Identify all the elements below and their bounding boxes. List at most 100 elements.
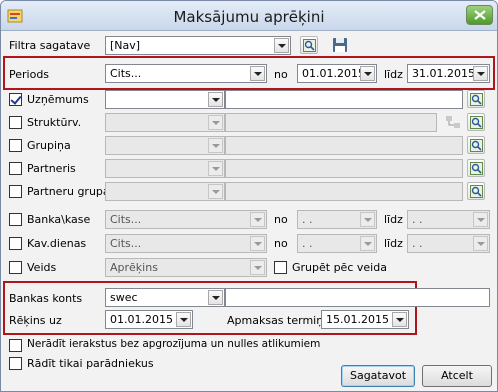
- banka-kase-combo[interactable]: Cits...: [105, 210, 267, 229]
- veids-combo[interactable]: Aprēķins: [105, 258, 267, 277]
- chevron-down-icon[interactable]: [176, 312, 191, 327]
- veids-label: Veids: [27, 261, 57, 274]
- calculate-button[interactable]: Sagatavot: [341, 365, 415, 387]
- banka-kase-value: Cits...: [110, 213, 142, 226]
- chevron-down-icon[interactable]: [208, 115, 223, 130]
- uznemums-checkbox[interactable]: [9, 93, 22, 106]
- no-zero-checkbox[interactable]: [9, 339, 22, 352]
- kav-dienas-value: Cits...: [110, 237, 142, 250]
- period-to-value: 31.01.2015: [412, 67, 475, 80]
- partneris-search-button[interactable]: [467, 159, 485, 177]
- banka-kase-from-value: . .: [302, 213, 313, 226]
- period-label: Periods: [9, 68, 50, 81]
- chevron-down-icon[interactable]: [250, 212, 265, 227]
- search-icon: [470, 139, 483, 152]
- chevron-down-icon[interactable]: [250, 236, 265, 251]
- grupina-label: Grupiņa: [27, 139, 71, 152]
- chevron-down-icon[interactable]: [473, 236, 488, 251]
- search-icon: [303, 39, 316, 52]
- cancel-button[interactable]: Atcelt: [422, 365, 492, 387]
- period-combo[interactable]: Cits...: [105, 64, 267, 83]
- save-icon[interactable]: [332, 37, 348, 53]
- filter-label: Filtra sagatave: [9, 39, 91, 52]
- search-icon: [470, 116, 483, 129]
- chevron-down-icon[interactable]: [208, 161, 223, 176]
- strukturv-search-button[interactable]: [467, 113, 485, 131]
- payment-term-value: 15.01.2015: [326, 313, 389, 326]
- kav-dienas-combo[interactable]: Cits...: [105, 234, 267, 253]
- chevron-down-icon[interactable]: [208, 184, 223, 199]
- dialog-window: Maksājumu aprēķini Filtra sagatave [Nav]…: [0, 0, 498, 392]
- search-icon: [470, 93, 483, 106]
- period-from-value: 01.01.2015: [302, 67, 365, 80]
- window-title: Maksājumu aprēķini: [173, 8, 325, 26]
- grupina-search-button[interactable]: [467, 136, 485, 154]
- chevron-down-icon[interactable]: [360, 66, 375, 81]
- partneris-name-field: [225, 159, 463, 178]
- payment-term-date[interactable]: 15.01.2015: [321, 310, 409, 329]
- strukturv-checkbox[interactable]: [9, 116, 22, 129]
- chevron-down-icon[interactable]: [250, 66, 265, 81]
- strukturv-combo[interactable]: [105, 113, 225, 132]
- filter-search-button[interactable]: [300, 36, 318, 54]
- kav-dienas-from-value: . .: [302, 237, 313, 250]
- chevron-down-icon[interactable]: [208, 290, 223, 305]
- chevron-down-icon[interactable]: [392, 312, 407, 327]
- banka-kase-from-label: no: [274, 213, 288, 226]
- banka-kase-to[interactable]: . .: [407, 210, 490, 229]
- kav-dienas-from[interactable]: . .: [297, 234, 377, 253]
- bank-account-value: swec: [110, 291, 138, 304]
- debtors-only-checkbox[interactable]: [9, 357, 22, 370]
- partneris-label: Partneris: [27, 162, 76, 175]
- kav-dienas-to-value: . .: [412, 237, 423, 250]
- banka-kase-checkbox[interactable]: [9, 213, 22, 226]
- banka-kase-from[interactable]: . .: [297, 210, 377, 229]
- kav-dienas-from-label: no: [274, 237, 288, 250]
- period-to-date[interactable]: 31.01.2015: [407, 64, 490, 83]
- veids-checkbox[interactable]: [9, 261, 22, 274]
- filter-combo[interactable]: [Nav]: [105, 36, 291, 55]
- period-from-date[interactable]: 01.01.2015: [297, 64, 377, 83]
- group-by-type-label: Grupēt pēc veida: [292, 261, 387, 274]
- search-icon: [470, 185, 483, 198]
- chevron-down-icon[interactable]: [473, 212, 488, 227]
- strukturv-label: Struktūrv.: [27, 116, 82, 129]
- close-button[interactable]: [466, 5, 493, 25]
- invoice-date-value: 01.01.2015: [110, 313, 173, 326]
- structure-icon[interactable]: [445, 114, 461, 130]
- chevron-down-icon[interactable]: [208, 92, 223, 107]
- uznemums-label: Uzņēmums: [27, 93, 89, 106]
- partneris-checkbox[interactable]: [9, 162, 22, 175]
- kav-dienas-checkbox[interactable]: [9, 237, 22, 250]
- chevron-down-icon[interactable]: [274, 38, 289, 53]
- no-zero-label: Nerādīt ierakstus bez apgrozījuma un nul…: [27, 338, 321, 350]
- search-icon: [470, 162, 483, 175]
- chevron-down-icon[interactable]: [208, 138, 223, 153]
- bank-account-name-field[interactable]: [225, 288, 490, 307]
- kav-dienas-to[interactable]: . .: [407, 234, 490, 253]
- chevron-down-icon[interactable]: [360, 236, 375, 251]
- partneru-grupa-search-button[interactable]: [467, 182, 485, 200]
- invoice-date[interactable]: 01.01.2015: [105, 310, 193, 329]
- group-by-type-checkbox[interactable]: [274, 261, 287, 274]
- partneru-grupa-combo[interactable]: [105, 182, 225, 201]
- filter-value: [Nav]: [110, 39, 141, 52]
- uznemums-combo[interactable]: [105, 90, 225, 109]
- partneris-combo[interactable]: [105, 159, 225, 178]
- partneru-grupa-checkbox[interactable]: [9, 185, 22, 198]
- period-value: Cits...: [110, 67, 142, 80]
- grupina-combo[interactable]: [105, 136, 225, 155]
- uznemums-search-button[interactable]: [467, 90, 485, 108]
- banka-kase-to-label: līdz: [384, 213, 403, 226]
- bank-account-combo[interactable]: swec: [105, 288, 225, 307]
- bank-account-label: Bankas konts: [9, 292, 83, 305]
- invoice-date-label: Rēķins uz: [9, 314, 62, 327]
- debtors-only-label: Rādīt tikai parādniekus: [27, 357, 154, 370]
- partneru-grupa-label: Partneru grupa: [27, 185, 110, 198]
- grupina-checkbox[interactable]: [9, 139, 22, 152]
- chevron-down-icon[interactable]: [360, 212, 375, 227]
- strukturv-name-field: [225, 113, 437, 132]
- chevron-down-icon[interactable]: [250, 260, 265, 275]
- chevron-down-icon[interactable]: [473, 66, 488, 81]
- uznemums-name-field[interactable]: [225, 90, 463, 109]
